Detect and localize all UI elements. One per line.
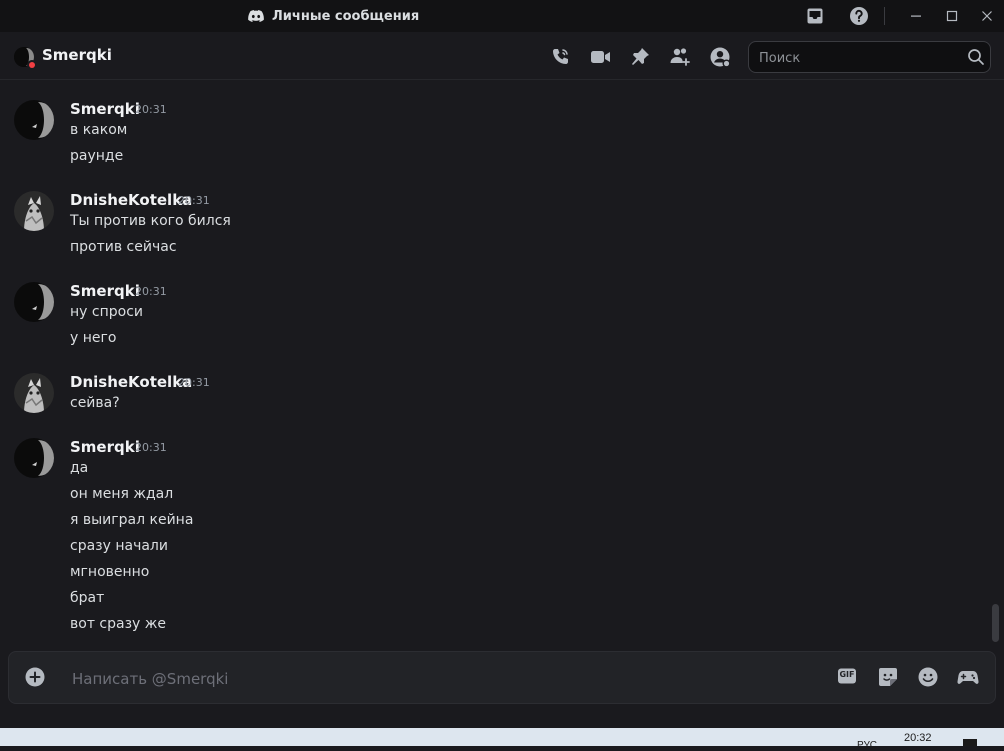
avatar[interactable] [14,282,54,322]
title-bar: Личные сообщения [0,0,1004,32]
discord-logo-icon [248,10,264,22]
message-line: я выиграл кейна [70,512,194,528]
message-list: Smerqki 20:31 в каком раунде DnisheKotel… [0,81,1004,646]
dnishekotelka-avatar-icon [14,373,54,413]
inbox-icon [807,8,823,24]
help-icon [850,7,868,25]
avatar[interactable] [14,100,54,140]
dnishekotelka-avatar-icon [14,191,54,231]
sticker-icon[interactable] [877,666,899,688]
minimize-icon [911,15,921,17]
message-line: против сейчас [70,239,177,255]
message-timestamp: 20:31 [178,376,210,389]
message-timestamp: 20:31 [135,285,167,298]
channel-name[interactable]: Smerqki [42,46,112,64]
gif-button[interactable]: GIF [837,667,857,685]
window-title-text: Личные сообщения [272,8,420,24]
message-composer: GIF [8,651,996,705]
search-input[interactable] [757,42,966,74]
maximize-button[interactable] [940,0,964,32]
message-line: Ты против кого бился [70,213,231,229]
message-input[interactable] [70,652,814,705]
voice-call-icon[interactable] [549,46,571,68]
message-timestamp: 20:31 [135,441,167,454]
message-timestamp: 20:31 [178,194,210,207]
os-taskbar: РУС 20:32 [0,728,1004,751]
tray-clock[interactable]: 20:32 [904,732,932,744]
gif-label: GIF [839,670,855,679]
smerqki-avatar-icon [14,100,54,140]
emoji-icon[interactable] [917,666,939,688]
minimize-button[interactable] [904,0,928,32]
smerqki-avatar-icon [14,438,54,478]
smerqki-avatar-icon [14,282,54,322]
message-author[interactable]: Smerqki [70,438,140,456]
message-line: мгновенно [70,564,150,580]
pinned-messages-icon[interactable] [629,46,651,68]
add-attachment-icon[interactable] [24,666,46,688]
message-line: он меня ждал [70,486,174,502]
avatar[interactable] [14,191,54,231]
maximize-icon [946,10,958,22]
activities-icon[interactable] [957,666,979,688]
dnd-status-icon [27,60,37,70]
video-call-icon[interactable] [589,46,611,68]
message-author[interactable]: Smerqki [70,282,140,300]
avatar[interactable] [14,373,54,413]
close-window-button[interactable] [975,0,999,32]
message-line: сразу начали [70,538,168,554]
message-author[interactable]: DnisheKotelka [70,373,192,391]
search-box[interactable] [748,41,991,74]
inbox-button[interactable] [803,0,827,32]
message-line: да [70,460,89,476]
message-line: в каком [70,122,128,138]
notifications-icon[interactable] [962,739,978,746]
message-line: сейва? [70,395,120,411]
message-author[interactable]: DnisheKotelka [70,191,192,209]
add-friends-icon[interactable] [669,46,691,68]
message-line: брат [70,590,105,606]
user-profile-icon[interactable] [709,46,731,68]
window-title: Личные сообщения [248,0,419,32]
message-line: вот сразу же [70,616,166,632]
avatar[interactable] [14,438,54,478]
message-scrollbar[interactable] [992,604,999,642]
message-timestamp: 20:31 [135,103,167,116]
titlebar-divider [884,7,885,25]
message-line: у него [70,330,117,346]
message-line: ну спроси [70,304,143,320]
message-author[interactable]: Smerqki [70,100,140,118]
message-line: раунде [70,148,124,164]
close-icon [982,11,992,21]
search-icon [968,49,984,65]
help-button[interactable] [847,0,871,32]
